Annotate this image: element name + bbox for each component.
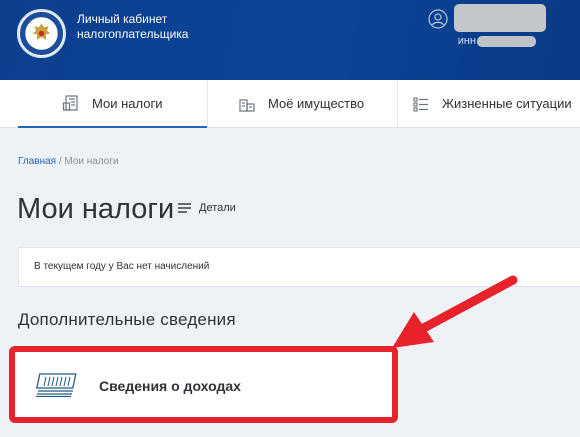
no-charges-text: В текущем году у Вас нет начислений xyxy=(34,261,210,272)
section-title: Дополнительные сведения xyxy=(18,310,236,329)
tab-label: Мои налоги xyxy=(92,95,163,111)
brand-title: Личный кабинет налогоплательщика xyxy=(77,12,188,42)
fns-logo[interactable] xyxy=(17,9,66,58)
page-title: Мои налоги xyxy=(17,193,175,225)
breadcrumb: Главная / Мои налоги xyxy=(18,156,119,167)
inn-label: ИНН xyxy=(458,37,477,46)
menu-lines-icon xyxy=(178,203,191,213)
details-link[interactable]: Детали xyxy=(178,202,236,214)
tab-my-taxes[interactable]: Мои налоги xyxy=(18,80,207,128)
breadcrumb-home-link[interactable]: Главная xyxy=(18,156,56,167)
breadcrumb-current: Мои налоги xyxy=(64,156,119,167)
details-label: Детали xyxy=(199,202,236,214)
site-header: Личный кабинет налогоплательщика ИНН xyxy=(0,0,580,80)
brand-line-1: Личный кабинет xyxy=(77,12,168,26)
tax-document-icon xyxy=(62,95,78,111)
main-tabs: Мои налоги Моё имущество Жизненные ситуа… xyxy=(0,80,580,128)
tab-label: Моё имущество xyxy=(268,96,365,111)
list-icon xyxy=(413,96,428,112)
brand-line-2: налогоплательщика xyxy=(77,27,189,41)
inn-value-redacted xyxy=(477,36,536,47)
red-highlight-frame xyxy=(9,346,398,423)
no-charges-notice: В текущем году у Вас нет начислений xyxy=(18,247,580,287)
tab-life-situations[interactable]: Жизненные ситуации xyxy=(398,80,580,127)
user-icon[interactable] xyxy=(428,9,448,29)
tab-my-property[interactable]: Моё имущество xyxy=(208,80,397,127)
user-name-redacted[interactable] xyxy=(454,4,546,32)
property-icon xyxy=(239,98,255,112)
tab-label: Жизненные ситуации xyxy=(442,96,572,111)
